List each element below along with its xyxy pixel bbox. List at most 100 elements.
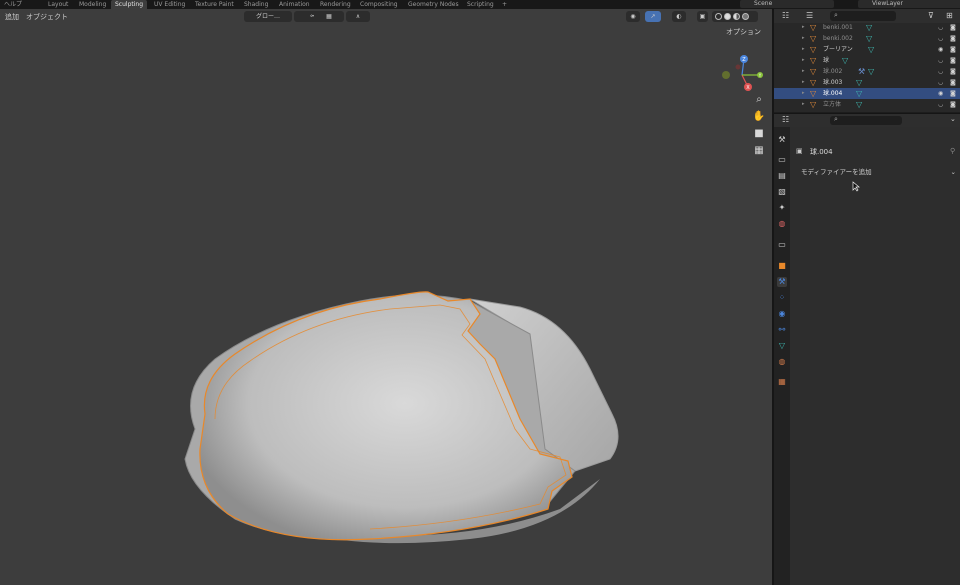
- navigation-gizmo[interactable]: Z X Y: [716, 49, 766, 99]
- expand-arrow-icon[interactable]: ▸: [802, 66, 805, 77]
- expand-arrow-icon[interactable]: ▸: [802, 99, 805, 110]
- chevron-down-icon[interactable]: ⌄: [950, 115, 956, 123]
- eye-icon[interactable]: ◉: [938, 88, 943, 99]
- outliner-row[interactable]: ▸ ▽ benki.001 ▽ ◡ ◙: [774, 22, 960, 33]
- world-tab-icon[interactable]: ◍: [777, 219, 787, 229]
- options-dropdown[interactable]: オプション: [726, 27, 761, 37]
- grid-icon: ▦: [326, 13, 332, 20]
- solid-shading-icon[interactable]: [724, 13, 731, 20]
- outliner-row[interactable]: ▸ ▽ 球 ▽ ◡ ◙: [774, 55, 960, 66]
- outliner-search-input[interactable]: ⌕: [830, 11, 896, 21]
- tab-shading[interactable]: Shading: [240, 0, 272, 9]
- expand-arrow-icon[interactable]: ▸: [802, 77, 805, 88]
- tab-geometry-nodes[interactable]: Geometry Nodes: [404, 0, 463, 9]
- texture-tab-icon[interactable]: ▦: [777, 377, 787, 387]
- pan-hand-icon[interactable]: ✋: [752, 110, 766, 124]
- object-tab-icon[interactable]: ■: [777, 261, 787, 271]
- camera-render-icon[interactable]: ◙: [950, 99, 956, 110]
- output-tab-icon[interactable]: ▤: [777, 171, 787, 181]
- expand-arrow-icon[interactable]: ▸: [802, 44, 805, 55]
- material-shading-icon[interactable]: [733, 13, 740, 20]
- view-layer-tab-icon[interactable]: ▧: [777, 187, 787, 197]
- eye-icon[interactable]: ◡: [938, 33, 943, 44]
- zoom-icon[interactable]: ⌕: [752, 93, 766, 107]
- perspective-grid-icon[interactable]: ▦: [752, 144, 766, 158]
- add-modifier-dropdown[interactable]: モディファイアーを追加 ⌄: [796, 167, 958, 177]
- physics-tab-icon[interactable]: ◉: [777, 309, 787, 319]
- mesh-data-icon: ▽: [866, 34, 873, 43]
- top-bar: ヘルプ Layout Modeling Sculpting UV Editing…: [0, 0, 960, 9]
- snap-toggle[interactable]: ▦: [314, 11, 344, 22]
- transform-orientation-dropdown[interactable]: グロー…: [244, 11, 292, 22]
- filter-icon[interactable]: ⊽: [928, 11, 934, 20]
- scene-selector[interactable]: Scene: [740, 0, 834, 8]
- add-workspace-button[interactable]: +: [498, 0, 511, 9]
- view-layer-selector[interactable]: ViewLayer: [858, 0, 960, 8]
- tab-layout[interactable]: Layout: [44, 0, 72, 9]
- camera-render-icon[interactable]: ◙: [950, 88, 956, 99]
- gizmo-toggle[interactable]: ↗: [645, 11, 661, 22]
- camera-render-icon[interactable]: ◙: [950, 55, 956, 66]
- constraints-tab-icon[interactable]: ⚯: [777, 325, 787, 335]
- tab-uv-editing[interactable]: UV Editing: [150, 0, 189, 9]
- tab-scripting[interactable]: Scripting: [463, 0, 498, 9]
- expand-arrow-icon[interactable]: ▸: [802, 55, 805, 66]
- rendered-shading-icon[interactable]: [742, 13, 749, 20]
- render-tab-icon[interactable]: ▭: [777, 155, 787, 165]
- outliner-row[interactable]: ▸ ▽ ブーリアン ▽ ◉ ◙: [774, 44, 960, 55]
- modifiers-tab-icon[interactable]: ⚒: [777, 277, 787, 287]
- editor-type-icon[interactable]: ☷: [782, 115, 789, 124]
- eye-icon[interactable]: ◡: [938, 66, 943, 77]
- outliner-row[interactable]: ▸ ▽ 球.002 ⚒ ▽ ◡ ◙: [774, 66, 960, 77]
- visibility-button[interactable]: ◉: [626, 11, 640, 22]
- outliner-row[interactable]: ▸ ▽ benki.002 ▽ ◡ ◙: [774, 33, 960, 44]
- material-tab-icon[interactable]: ◍: [777, 357, 787, 367]
- pin-icon[interactable]: ⚲: [950, 147, 955, 155]
- proportional-edit-toggle[interactable]: ∧: [346, 11, 370, 22]
- properties-search-input[interactable]: ⌕: [830, 115, 902, 125]
- menu-object[interactable]: オブジェクト: [26, 12, 68, 22]
- object-square-icon: ▣: [796, 147, 803, 155]
- gizmo-icon: ↗: [650, 13, 656, 20]
- particles-tab-icon[interactable]: ⁘: [777, 293, 787, 303]
- camera-render-icon[interactable]: ◙: [950, 66, 956, 77]
- overlay-toggle[interactable]: ◐: [672, 11, 686, 22]
- tab-texture-paint[interactable]: Texture Paint: [191, 0, 238, 9]
- tab-sculpting[interactable]: Sculpting: [111, 0, 148, 9]
- camera-render-icon[interactable]: ◙: [950, 22, 956, 33]
- scene-tab-icon[interactable]: ✦: [777, 203, 787, 213]
- camera-render-icon[interactable]: ◙: [950, 77, 956, 88]
- help-menu[interactable]: ヘルプ: [4, 0, 22, 9]
- eye-icon[interactable]: ◡: [938, 22, 943, 33]
- expand-arrow-icon[interactable]: ▸: [802, 33, 805, 44]
- editor-type-icon[interactable]: ☷: [782, 11, 789, 20]
- camera-render-icon[interactable]: ◙: [950, 44, 956, 55]
- wireframe-shading-icon[interactable]: [715, 13, 722, 20]
- tab-rendering[interactable]: Rendering: [316, 0, 355, 9]
- menu-add[interactable]: 追加: [5, 12, 19, 22]
- new-collection-icon[interactable]: ⊞: [946, 11, 953, 20]
- eye-icon[interactable]: ◡: [938, 77, 943, 88]
- outliner-row[interactable]: ▸ ▽ 立方体 ▽ ◡ ◙: [774, 99, 960, 110]
- object-name: 球: [823, 57, 830, 64]
- mesh-data-tab-icon[interactable]: ▽: [777, 341, 787, 351]
- tab-compositing[interactable]: Compositing: [356, 0, 402, 9]
- display-mode-icon[interactable]: ☰: [806, 11, 813, 20]
- collection-tab-icon[interactable]: ▭: [777, 240, 787, 250]
- x-axis-label: X: [746, 85, 750, 91]
- outliner-panel: ☷ ☰ ⌕ ⊽ ⊞ ▸ ▽ benki.001 ▽ ◡ ◙ ▸ ▽ benki.002…: [774, 9, 960, 112]
- xray-toggle[interactable]: ▣: [697, 11, 708, 22]
- camera-render-icon[interactable]: ◙: [950, 33, 956, 44]
- tab-animation[interactable]: Animation: [275, 0, 314, 9]
- tool-tab-icon[interactable]: ⚒: [777, 135, 787, 145]
- expand-arrow-icon[interactable]: ▸: [802, 22, 805, 33]
- tab-modeling[interactable]: Modeling: [75, 0, 110, 9]
- expand-arrow-icon[interactable]: ▸: [802, 88, 805, 99]
- outliner-row-selected[interactable]: ▸ ▽ 球.004 ▽ ◉ ◙: [774, 88, 960, 99]
- camera-icon[interactable]: ■: [752, 127, 766, 141]
- outliner-row[interactable]: ▸ ▽ 球.003 ▽ ◡ ◙: [774, 77, 960, 88]
- eye-icon[interactable]: ◡: [938, 99, 943, 110]
- 3d-viewport[interactable]: 追加 オブジェクト グロー… ⚯ ▦ ∧ ◉ ↗ ◐ ▣ オプション Z X Y…: [0, 9, 772, 585]
- eye-icon[interactable]: ◡: [938, 55, 943, 66]
- eye-icon[interactable]: ◉: [938, 44, 943, 55]
